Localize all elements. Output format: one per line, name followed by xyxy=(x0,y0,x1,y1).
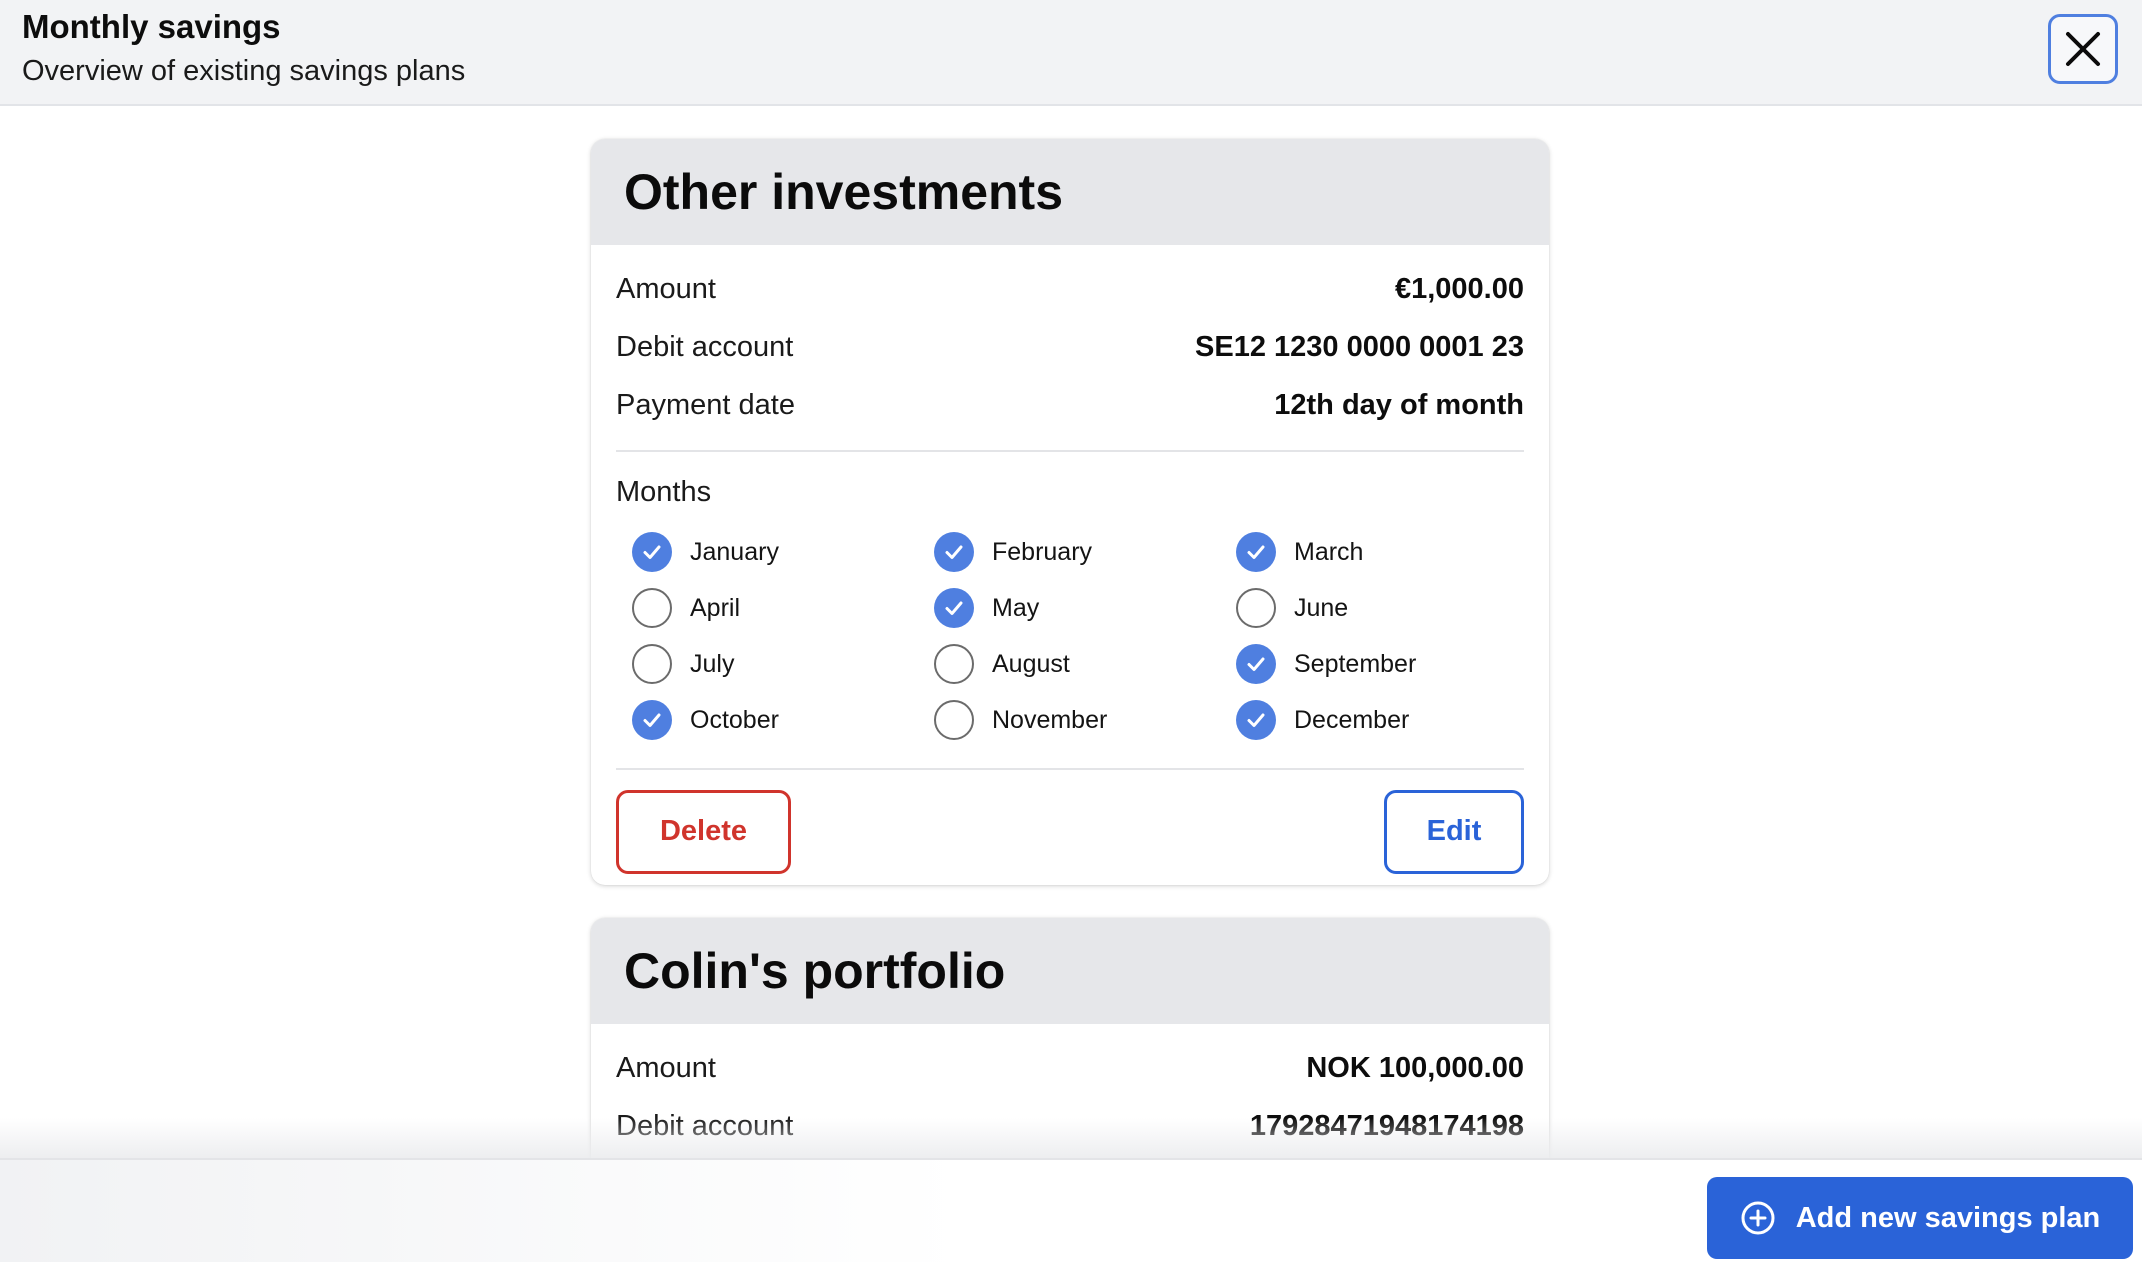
months-label: Months xyxy=(616,476,712,508)
month-label: September xyxy=(1294,649,1417,678)
amount-row: Amount NOK 100,000.00 xyxy=(616,1039,1524,1097)
month-option-march[interactable]: March xyxy=(1236,524,1538,580)
month-label: October xyxy=(690,705,779,734)
checked-circle-icon[interactable] xyxy=(632,532,672,572)
month-label: August xyxy=(992,649,1070,678)
checked-circle-icon[interactable] xyxy=(934,588,974,628)
debit-account-value: SE12 1230 0000 0001 23 xyxy=(1195,330,1524,363)
unchecked-circle-icon[interactable] xyxy=(632,588,672,628)
checkmark-icon xyxy=(945,601,963,615)
month-option-august[interactable]: August xyxy=(934,636,1236,692)
month-label: April xyxy=(690,593,741,622)
checkmark-icon xyxy=(1247,657,1265,671)
add-savings-plan-button[interactable]: Add new savings plan xyxy=(1707,1177,2133,1259)
month-option-february[interactable]: February xyxy=(934,524,1236,580)
month-option-september[interactable]: September xyxy=(1236,636,1538,692)
page-footer: Add new savings plan xyxy=(0,1158,2142,1262)
month-label: February xyxy=(992,537,1093,566)
month-label: November xyxy=(992,705,1108,734)
savings-plans-list[interactable]: Other investments Amount €1,000.00 Debit… xyxy=(0,106,2142,1158)
close-button[interactable] xyxy=(2048,14,2118,84)
month-option-june[interactable]: June xyxy=(1236,580,1538,636)
checkmark-icon xyxy=(1247,713,1265,727)
unchecked-circle-icon[interactable] xyxy=(632,644,672,684)
amount-label: Amount xyxy=(616,272,716,305)
page-header: Monthly savings Overview of existing sav… xyxy=(0,0,2142,106)
payment-date-value: 12th day of month xyxy=(1274,388,1524,421)
amount-row: Amount €1,000.00 xyxy=(616,260,1524,318)
unchecked-circle-icon[interactable] xyxy=(934,700,974,740)
card-header: Other investments xyxy=(591,139,1549,245)
payment-date-row: Payment date 12th day of month xyxy=(616,376,1524,434)
checked-circle-icon[interactable] xyxy=(632,700,672,740)
page-title: Monthly savings xyxy=(22,8,281,45)
unchecked-circle-icon[interactable] xyxy=(934,644,974,684)
month-label: January xyxy=(690,537,779,566)
card-header: Colin's portfolio xyxy=(591,918,1549,1024)
monthly-savings-page: Monthly savings Overview of existing sav… xyxy=(0,0,2142,1262)
checked-circle-icon[interactable] xyxy=(1236,532,1276,572)
close-icon xyxy=(2066,32,2100,66)
amount-value: NOK 100,000.00 xyxy=(1306,1051,1524,1084)
month-option-january[interactable]: January xyxy=(632,524,934,580)
payment-date-label: Payment date xyxy=(616,388,795,421)
unchecked-circle-icon[interactable] xyxy=(1236,588,1276,628)
plan-title: Colin's portfolio xyxy=(624,943,1006,999)
amount-value: €1,000.00 xyxy=(1394,272,1524,305)
card-body: Amount €1,000.00 Debit account SE12 1230… xyxy=(591,260,1549,885)
month-option-july[interactable]: July xyxy=(632,636,934,692)
checkmark-icon xyxy=(945,545,963,559)
plan-title: Other investments xyxy=(624,164,1064,220)
month-label: December xyxy=(1294,705,1410,734)
month-option-october[interactable]: October xyxy=(632,692,934,748)
month-option-november[interactable]: November xyxy=(934,692,1236,748)
debit-account-row: Debit account SE12 1230 0000 0001 23 xyxy=(616,318,1524,376)
amount-label: Amount xyxy=(616,1051,716,1084)
plus-circle-icon xyxy=(1740,1200,1776,1236)
month-option-april[interactable]: April xyxy=(632,580,934,636)
month-label: March xyxy=(1294,537,1364,566)
edit-button[interactable]: Edit xyxy=(1384,789,1524,874)
month-label: July xyxy=(690,649,735,678)
checkmark-icon xyxy=(1247,545,1265,559)
month-label: May xyxy=(992,593,1040,622)
checked-circle-icon[interactable] xyxy=(1236,700,1276,740)
divider xyxy=(616,450,1524,452)
month-option-may[interactable]: May xyxy=(934,580,1236,636)
delete-button[interactable]: Delete xyxy=(616,789,791,874)
card-actions: Delete Edit xyxy=(616,770,1524,885)
months-grid: January February March April May June July Augu… xyxy=(616,524,1524,748)
debit-account-label: Debit account xyxy=(616,330,794,363)
checked-circle-icon[interactable] xyxy=(934,532,974,572)
checkmark-icon xyxy=(643,545,661,559)
savings-plan-card: Other investments Amount €1,000.00 Debit… xyxy=(591,139,1549,885)
checkmark-icon xyxy=(643,713,661,727)
month-option-december[interactable]: December xyxy=(1236,692,1538,748)
checked-circle-icon[interactable] xyxy=(1236,644,1276,684)
page-subtitle: Overview of existing savings plans xyxy=(22,55,466,87)
add-savings-plan-label: Add new savings plan xyxy=(1795,1201,2101,1234)
month-label: June xyxy=(1294,593,1349,622)
scroll-fade xyxy=(0,1118,2142,1158)
